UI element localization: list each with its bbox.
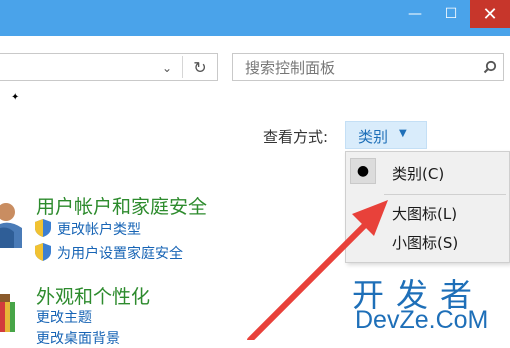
- view-by-label: 查看方式:: [263, 128, 329, 146]
- user-accounts-icon[interactable]: [0, 198, 28, 260]
- minimize-button[interactable]: —: [400, 0, 430, 28]
- link-family-safety[interactable]: 为用户设置家庭安全: [57, 243, 183, 263]
- watermark-site: DevZe.CoM: [355, 306, 489, 334]
- menu-item-category[interactable]: 类别(C): [392, 163, 444, 184]
- shield-icon: [35, 219, 51, 237]
- view-by-selected[interactable]: 类别: [358, 126, 388, 147]
- menu-item-small-icons[interactable]: 小图标(S): [392, 232, 458, 253]
- section-title-appearance[interactable]: 外观和个性化: [36, 282, 150, 309]
- link-change-theme[interactable]: 更改主题: [36, 307, 92, 327]
- maximize-button[interactable]: ☐: [434, 0, 468, 28]
- link-change-account-type[interactable]: 更改帐户类型: [57, 219, 141, 239]
- refresh-icon[interactable]: ↻: [188, 56, 212, 78]
- address-divider: [182, 56, 183, 78]
- cursor-mark: ✦: [11, 92, 20, 103]
- caret-down-icon[interactable]: ▼: [399, 128, 407, 139]
- chevron-down-icon[interactable]: ⌄: [158, 58, 176, 78]
- appearance-icon[interactable]: [0, 290, 24, 340]
- search-placeholder: 搜索控制面板: [245, 59, 336, 77]
- close-button[interactable]: ✕: [470, 0, 510, 28]
- link-change-background[interactable]: 更改桌面背景: [36, 328, 120, 348]
- search-icon[interactable]: [480, 57, 500, 77]
- menu-divider: [384, 194, 506, 195]
- selected-bullet-icon: ●: [350, 158, 376, 184]
- section-title-user-accounts[interactable]: 用户帐户和家庭安全: [36, 192, 207, 219]
- menu-item-large-icons[interactable]: 大图标(L): [392, 203, 457, 224]
- address-bar[interactable]: [0, 53, 218, 81]
- shield-icon: [35, 243, 51, 261]
